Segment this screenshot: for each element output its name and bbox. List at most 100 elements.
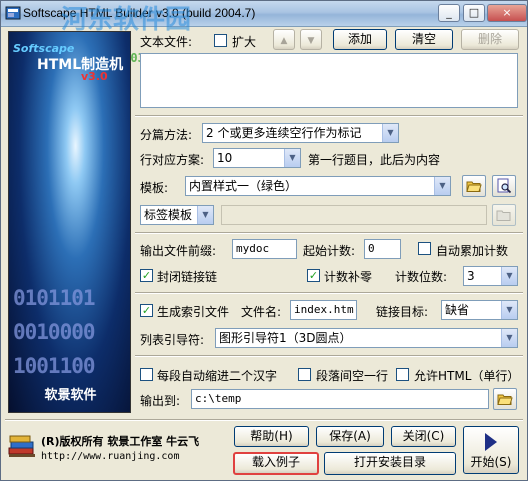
divider bbox=[135, 115, 523, 117]
move-up-button[interactable]: ▲ bbox=[273, 29, 295, 50]
indent-checkbox[interactable] bbox=[140, 368, 153, 381]
allow-html-checkbox[interactable] bbox=[396, 368, 409, 381]
chevron-down-icon: ▼ bbox=[501, 267, 517, 285]
template-value: 内置样式一（绿色） bbox=[189, 179, 298, 193]
close-link-checkbox[interactable]: ✓ bbox=[140, 269, 153, 282]
template-select[interactable]: 内置样式一（绿色） ▼ bbox=[185, 176, 451, 196]
chevron-down-icon: ▼ bbox=[434, 177, 450, 195]
blank-line-checkbox[interactable] bbox=[298, 368, 311, 381]
maximize-icon: □ bbox=[468, 6, 480, 19]
open-template-button[interactable] bbox=[462, 175, 486, 197]
list-guide-select[interactable]: 图形引导符1（3D圆点） ▼ bbox=[215, 328, 518, 348]
divider bbox=[5, 419, 523, 421]
digits-label: 计数位数: bbox=[395, 270, 448, 284]
text-file-list[interactable] bbox=[140, 53, 518, 108]
split-method-value: 2 个或更多连续空行作为标记 bbox=[206, 126, 362, 140]
minimize-button[interactable]: _ bbox=[438, 4, 460, 22]
load-example-button[interactable]: 载入例子 bbox=[233, 452, 319, 475]
play-icon bbox=[485, 433, 497, 451]
folder-open-icon bbox=[496, 210, 511, 221]
index-filename-label: 文件名: bbox=[241, 305, 282, 319]
preview-template-button[interactable] bbox=[492, 175, 516, 197]
line-scheme-label: 行对应方案: bbox=[140, 153, 205, 167]
template-label: 模板: bbox=[140, 181, 169, 195]
brand-name: 软景软件 bbox=[44, 388, 97, 403]
divider bbox=[135, 292, 523, 294]
tag-template-input[interactable] bbox=[221, 205, 487, 225]
start-count-label: 起始计数: bbox=[303, 244, 356, 258]
list-guide-label: 列表引导符: bbox=[140, 333, 205, 347]
blank-line-label: 段落间空一行 bbox=[316, 369, 389, 383]
move-down-button[interactable]: ▼ bbox=[300, 29, 322, 50]
link-target-value: 缺省 bbox=[445, 303, 470, 317]
expand-checkbox[interactable] bbox=[214, 34, 227, 47]
homepage-link[interactable]: http://www.ruanjing.com bbox=[41, 451, 179, 462]
maximize-button[interactable]: □ bbox=[463, 4, 485, 22]
split-method-label: 分篇方法: bbox=[140, 128, 193, 142]
tag-template-value: 标签模板 bbox=[144, 208, 193, 222]
link-target-select[interactable]: 缺省 ▼ bbox=[441, 300, 518, 320]
digits-select[interactable]: 3 ▼ bbox=[463, 266, 518, 286]
main-window: Softscape HTML Builder v3.0 (build 2004.… bbox=[0, 0, 528, 481]
auto-inc-checkbox[interactable] bbox=[418, 242, 431, 255]
output-dest-label: 输出到: bbox=[140, 394, 181, 408]
save-button[interactable]: 保存(A) bbox=[316, 426, 384, 447]
chevron-down-icon: ▼ bbox=[501, 301, 517, 319]
books-icon bbox=[8, 435, 35, 457]
divider bbox=[135, 355, 523, 357]
binary-line: 1001100 bbox=[13, 354, 96, 378]
prefix-label: 输出文件前缀: bbox=[140, 244, 217, 258]
start-button[interactable]: 开始(S) bbox=[463, 426, 519, 474]
prefix-input[interactable]: mydoc bbox=[232, 239, 297, 259]
chevron-down-icon: ▼ bbox=[284, 149, 300, 167]
link-target-label: 链接目标: bbox=[376, 305, 429, 319]
chevron-down-icon: ▼ bbox=[382, 124, 398, 142]
close-button[interactable]: 关闭(C) bbox=[391, 426, 456, 447]
arrow-up-icon: ▲ bbox=[280, 36, 288, 46]
delete-button[interactable]: 删除 bbox=[461, 29, 519, 50]
tag-template-select[interactable]: 标签模板 ▼ bbox=[140, 205, 214, 225]
expand-label: 扩大 bbox=[232, 35, 257, 49]
splash-image: Softscape HTML制造机 v3.0 0101101 0010000 1… bbox=[8, 31, 131, 413]
open-tag-template-button[interactable] bbox=[492, 204, 516, 226]
logo-version: v3.0 bbox=[81, 70, 108, 83]
chevron-down-icon: ▼ bbox=[501, 329, 517, 347]
add-button[interactable]: 添加 bbox=[333, 29, 387, 50]
pad-zero-label: 计数补零 bbox=[324, 270, 373, 284]
folder-open-icon bbox=[497, 394, 513, 405]
arrow-down-icon: ▼ bbox=[307, 36, 315, 46]
minimize-icon: _ bbox=[446, 6, 452, 19]
help-button[interactable]: 帮助(H) bbox=[234, 426, 309, 447]
digits-value: 3 bbox=[467, 269, 475, 283]
open-install-dir-button[interactable]: 打开安装目录 bbox=[324, 452, 456, 475]
chevron-down-icon: ▼ bbox=[197, 206, 213, 224]
binary-line: 0010000 bbox=[13, 320, 96, 344]
gen-index-checkbox[interactable]: ✓ bbox=[140, 304, 153, 317]
line-scheme-select[interactable]: 10 ▼ bbox=[213, 148, 301, 168]
indent-label: 每段自动缩进二个汉字 bbox=[157, 369, 278, 383]
copyright-text: (R)版权所有 软景工作室 牛云飞 bbox=[41, 435, 200, 448]
close-window-button[interactable]: × bbox=[487, 4, 527, 22]
divider bbox=[135, 232, 523, 234]
text-file-label: 文本文件: bbox=[140, 35, 193, 49]
index-filename-input[interactable]: index.htm bbox=[290, 300, 357, 320]
auto-inc-label: 自动累加计数 bbox=[436, 244, 509, 258]
gen-index-label: 生成索引文件 bbox=[157, 305, 230, 319]
clear-button[interactable]: 清空 bbox=[395, 29, 453, 50]
start-count-input[interactable]: 0 bbox=[364, 239, 401, 259]
line-scheme-desc: 第一行题目，此后为内容 bbox=[308, 153, 441, 167]
folder-open-icon bbox=[466, 181, 482, 192]
close-icon: × bbox=[502, 6, 512, 19]
output-dest-input[interactable]: c:\temp bbox=[191, 389, 489, 409]
allow-html-label: 允许HTML（单行） bbox=[414, 369, 520, 383]
line-scheme-value: 10 bbox=[217, 151, 233, 165]
list-guide-value: 图形引导符1（3D圆点） bbox=[219, 331, 352, 345]
split-method-select[interactable]: 2 个或更多连续空行作为标记 ▼ bbox=[202, 123, 399, 143]
app-icon bbox=[5, 6, 21, 20]
browse-dest-button[interactable] bbox=[493, 388, 517, 410]
start-label: 开始(S) bbox=[470, 455, 512, 469]
pad-zero-checkbox[interactable]: ✓ bbox=[307, 269, 320, 282]
close-link-label: 封闭链接链 bbox=[157, 270, 218, 284]
binary-line: 0101101 bbox=[13, 286, 96, 310]
magnifier-icon bbox=[497, 178, 512, 194]
